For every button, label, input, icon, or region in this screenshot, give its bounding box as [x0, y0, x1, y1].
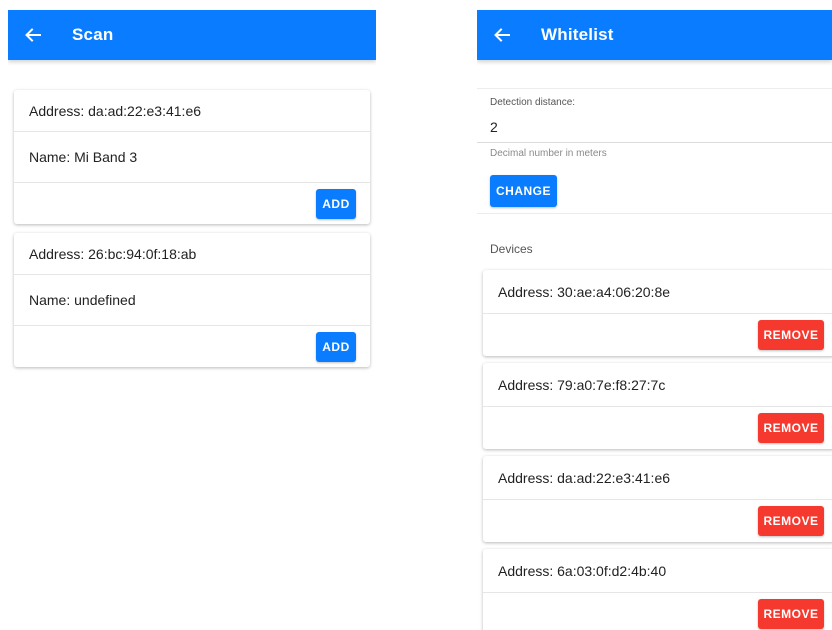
add-button[interactable]: ADD: [316, 188, 356, 219]
arrow-left-icon: [25, 28, 41, 42]
device-address: Address: 79:a0:7e:f8:27:7c: [483, 363, 832, 407]
device-address: Address: 6a:03:0f:d2:4b:40: [483, 549, 832, 593]
detection-distance-hint: Decimal number in meters: [490, 148, 607, 159]
whitelist-app-bar: Whitelist: [477, 10, 832, 60]
whitelist-device-card: Address: 30:ae:a4:06:20:8e REMOVE: [483, 270, 832, 356]
scan-screen: Scan Address: da:ad:22:e3:41:e6 Name: Mi…: [8, 0, 376, 630]
devices-heading: Devices: [490, 242, 533, 256]
detection-distance-input[interactable]: 2: [490, 119, 498, 135]
detection-distance-section: Detection distance: 2 Decimal number in …: [477, 88, 832, 207]
whitelist-device-card: Address: 79:a0:7e:f8:27:7c REMOVE: [483, 363, 832, 449]
whitelist-screen: Whitelist Detection distance: 2 Decimal …: [477, 0, 832, 630]
whitelist-back-button[interactable]: [477, 10, 527, 60]
device-address: Address: 30:ae:a4:06:20:8e: [483, 270, 832, 314]
remove-button[interactable]: REMOVE: [758, 320, 824, 350]
section-divider: [477, 213, 832, 214]
page-title: Scan: [72, 25, 114, 44]
remove-button[interactable]: REMOVE: [758, 506, 824, 536]
scan-app-bar: Scan: [8, 10, 376, 60]
whitelist-device-card: Address: 6a:03:0f:d2:4b:40 REMOVE: [483, 549, 832, 630]
device-name: Name: Mi Band 3: [14, 132, 370, 183]
detection-distance-label: Detection distance:: [490, 97, 576, 108]
remove-button[interactable]: REMOVE: [758, 413, 824, 443]
device-address: Address: 26:bc:94:0f:18:ab: [14, 233, 370, 275]
input-underline: [477, 142, 832, 143]
page-title: Whitelist: [541, 25, 614, 44]
scan-back-button[interactable]: [8, 10, 58, 60]
device-address: Address: da:ad:22:e3:41:e6: [483, 456, 832, 500]
arrow-left-icon: [494, 28, 510, 42]
add-button[interactable]: ADD: [316, 331, 356, 362]
scan-device-card: Address: 26:bc:94:0f:18:ab Name: undefin…: [14, 233, 370, 367]
whitelist-device-card: Address: da:ad:22:e3:41:e6 REMOVE: [483, 456, 832, 542]
device-address: Address: da:ad:22:e3:41:e6: [14, 90, 370, 132]
remove-button[interactable]: REMOVE: [758, 599, 824, 629]
change-button[interactable]: CHANGE: [490, 175, 557, 207]
scan-device-card: Address: da:ad:22:e3:41:e6 Name: Mi Band…: [14, 90, 370, 224]
device-name: Name: undefined: [14, 275, 370, 326]
